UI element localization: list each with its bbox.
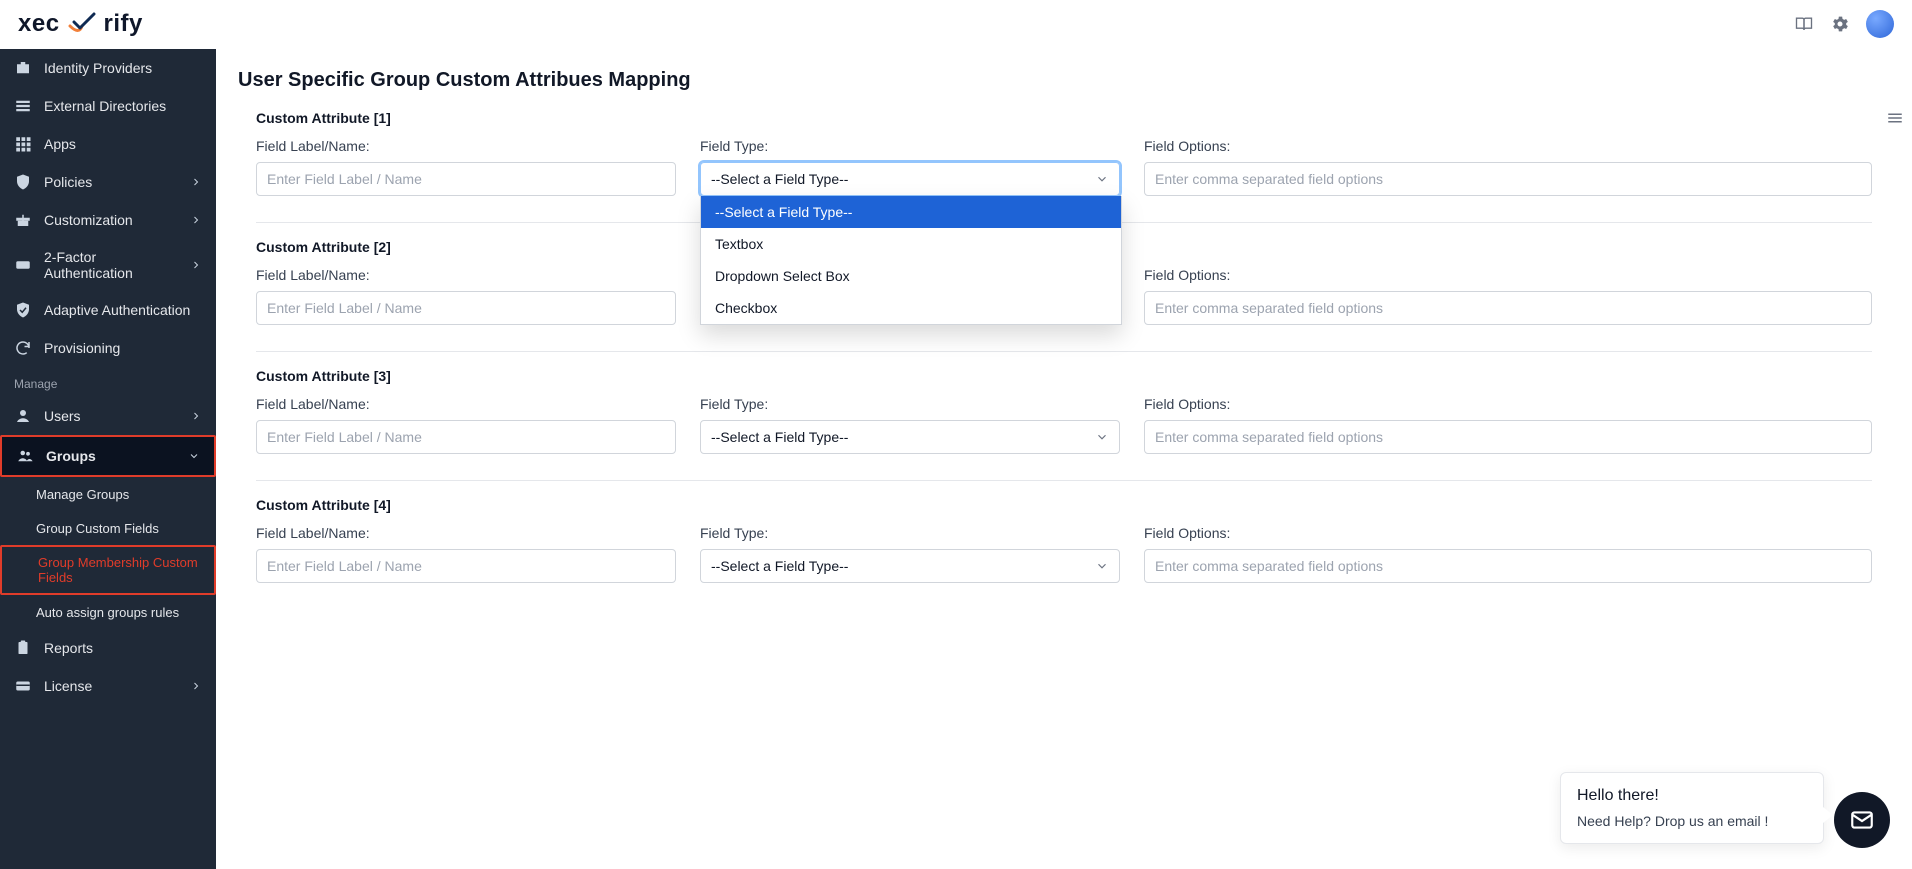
sidebar-sub-group-custom-fields[interactable]: Group Custom Fields	[0, 511, 216, 545]
sidebar-item-external-directories[interactable]: External Directories	[0, 87, 216, 125]
label-field-name: Field Label/Name:	[256, 396, 676, 412]
topbar: xec rify	[0, 0, 1912, 49]
clipboard-icon	[14, 639, 32, 657]
label-field-options: Field Options:	[1144, 138, 1872, 154]
sidebar-item-provisioning[interactable]: Provisioning	[0, 329, 216, 367]
label-field-type: Field Type:	[700, 396, 1120, 412]
top-actions	[1794, 10, 1894, 38]
brand-logo: xec rify	[18, 10, 143, 38]
user-icon	[14, 407, 32, 425]
suitcase-icon	[14, 59, 32, 77]
book-icon[interactable]	[1794, 14, 1814, 34]
shield-icon	[14, 173, 32, 191]
brand-left: xec	[18, 10, 60, 38]
dropdown-item[interactable]: Dropdown Select Box	[701, 260, 1121, 292]
grid-icon	[14, 135, 32, 153]
brand-mark	[68, 12, 96, 36]
label-field-type: Field Type:	[700, 138, 1120, 154]
label-field-name: Field Label/Name:	[256, 525, 676, 541]
label-field-type: Field Type:	[700, 525, 1120, 541]
input-field-options-3[interactable]	[1144, 420, 1872, 454]
sidebar-item-2fa[interactable]: 2-Factor Authentication	[0, 239, 216, 291]
label-field-options: Field Options:	[1144, 396, 1872, 412]
attribute-title: Custom Attribute [4]	[256, 497, 1872, 513]
sidebar-item-customization[interactable]: Customization	[0, 201, 216, 239]
mail-icon	[1849, 807, 1875, 833]
chat-fab[interactable]	[1834, 792, 1890, 848]
dropdown-item[interactable]: --Select a Field Type--	[701, 196, 1121, 228]
attribute-title: Custom Attribute [1]	[256, 110, 1872, 126]
gift-icon	[14, 211, 32, 229]
panel-toggle[interactable]	[1886, 109, 1904, 127]
chevron-right-icon	[190, 410, 202, 422]
card-icon	[14, 677, 32, 695]
attribute-title: Custom Attribute [3]	[256, 368, 1872, 384]
dropdown-item[interactable]: Textbox	[701, 228, 1121, 260]
sidebar-item-identity-providers[interactable]: Identity Providers	[0, 49, 216, 87]
sidebar-item-groups[interactable]: Groups	[2, 437, 214, 475]
sidebar-item-adaptive-auth[interactable]: Adaptive Authentication	[0, 291, 216, 329]
sidebar-sub-group-membership-custom-fields[interactable]: Group Membership Custom Fields	[0, 545, 216, 595]
attributes-panel: Custom Attribute [1] Field Label/Name: F…	[236, 110, 1892, 609]
sidebar-item-apps[interactable]: Apps	[0, 125, 216, 163]
input-field-name-2[interactable]	[256, 291, 676, 325]
select-value: --Select a Field Type--	[711, 558, 848, 574]
chevron-down-icon	[1095, 559, 1109, 573]
label-field-options: Field Options:	[1144, 267, 1872, 283]
attribute-3: Custom Attribute [3] Field Label/Name: F…	[256, 352, 1872, 481]
label-field-options: Field Options:	[1144, 525, 1872, 541]
help-card-tail	[1823, 807, 1833, 823]
sidebar-section-manage: Manage	[0, 367, 216, 397]
highlight-groups: Groups	[0, 435, 216, 477]
help-hello: Hello there!	[1577, 787, 1807, 805]
chevron-right-icon	[190, 680, 202, 692]
attribute-4: Custom Attribute [4] Field Label/Name: F…	[256, 481, 1872, 609]
sidebar-item-policies[interactable]: Policies	[0, 163, 216, 201]
dropdown-item[interactable]: Checkbox	[701, 292, 1121, 324]
help-line2: Need Help? Drop us an email !	[1577, 813, 1807, 829]
sidebar-sub-auto-assign-rules[interactable]: Auto assign groups rules	[0, 595, 216, 629]
list-icon	[14, 97, 32, 115]
chevron-down-icon	[1095, 430, 1109, 444]
select-value: --Select a Field Type--	[711, 429, 848, 445]
sidebar: Identity Providers External Directories …	[0, 49, 216, 869]
label-field-name: Field Label/Name:	[256, 267, 676, 283]
avatar[interactable]	[1866, 10, 1894, 38]
select-field-type-1[interactable]: --Select a Field Type--	[700, 162, 1120, 196]
sidebar-sub-manage-groups[interactable]: Manage Groups	[0, 477, 216, 511]
select-field-type-3[interactable]: --Select a Field Type--	[700, 420, 1120, 454]
input-field-options-1[interactable]	[1144, 162, 1872, 196]
chevron-down-icon	[1095, 172, 1109, 186]
chevron-right-icon	[190, 176, 202, 188]
input-field-name-4[interactable]	[256, 549, 676, 583]
chevron-right-icon	[190, 259, 202, 271]
input-field-name-3[interactable]	[256, 420, 676, 454]
people-icon	[16, 447, 34, 465]
sync-icon	[14, 339, 32, 357]
sidebar-item-reports[interactable]: Reports	[0, 629, 216, 667]
sidebar-item-license[interactable]: License	[0, 667, 216, 705]
main: User Specific Group Custom Attribues Map…	[216, 49, 1912, 869]
input-field-options-2[interactable]	[1144, 291, 1872, 325]
select-value: --Select a Field Type--	[711, 171, 848, 187]
otp-icon	[14, 256, 32, 274]
sidebar-item-users[interactable]: Users	[0, 397, 216, 435]
shield-check-icon	[14, 301, 32, 319]
brand-right: rify	[104, 10, 143, 38]
label-field-name: Field Label/Name:	[256, 138, 676, 154]
input-field-options-4[interactable]	[1144, 549, 1872, 583]
chevron-right-icon	[190, 214, 202, 226]
page-title: User Specific Group Custom Attribues Map…	[238, 69, 1892, 92]
input-field-name-1[interactable]	[256, 162, 676, 196]
gear-icon[interactable]	[1830, 14, 1850, 34]
dropdown-field-type[interactable]: --Select a Field Type-- Textbox Dropdown…	[700, 196, 1122, 325]
select-field-type-4[interactable]: --Select a Field Type--	[700, 549, 1120, 583]
chevron-down-icon	[188, 450, 200, 462]
help-card: Hello there! Need Help? Drop us an email…	[1560, 772, 1824, 844]
